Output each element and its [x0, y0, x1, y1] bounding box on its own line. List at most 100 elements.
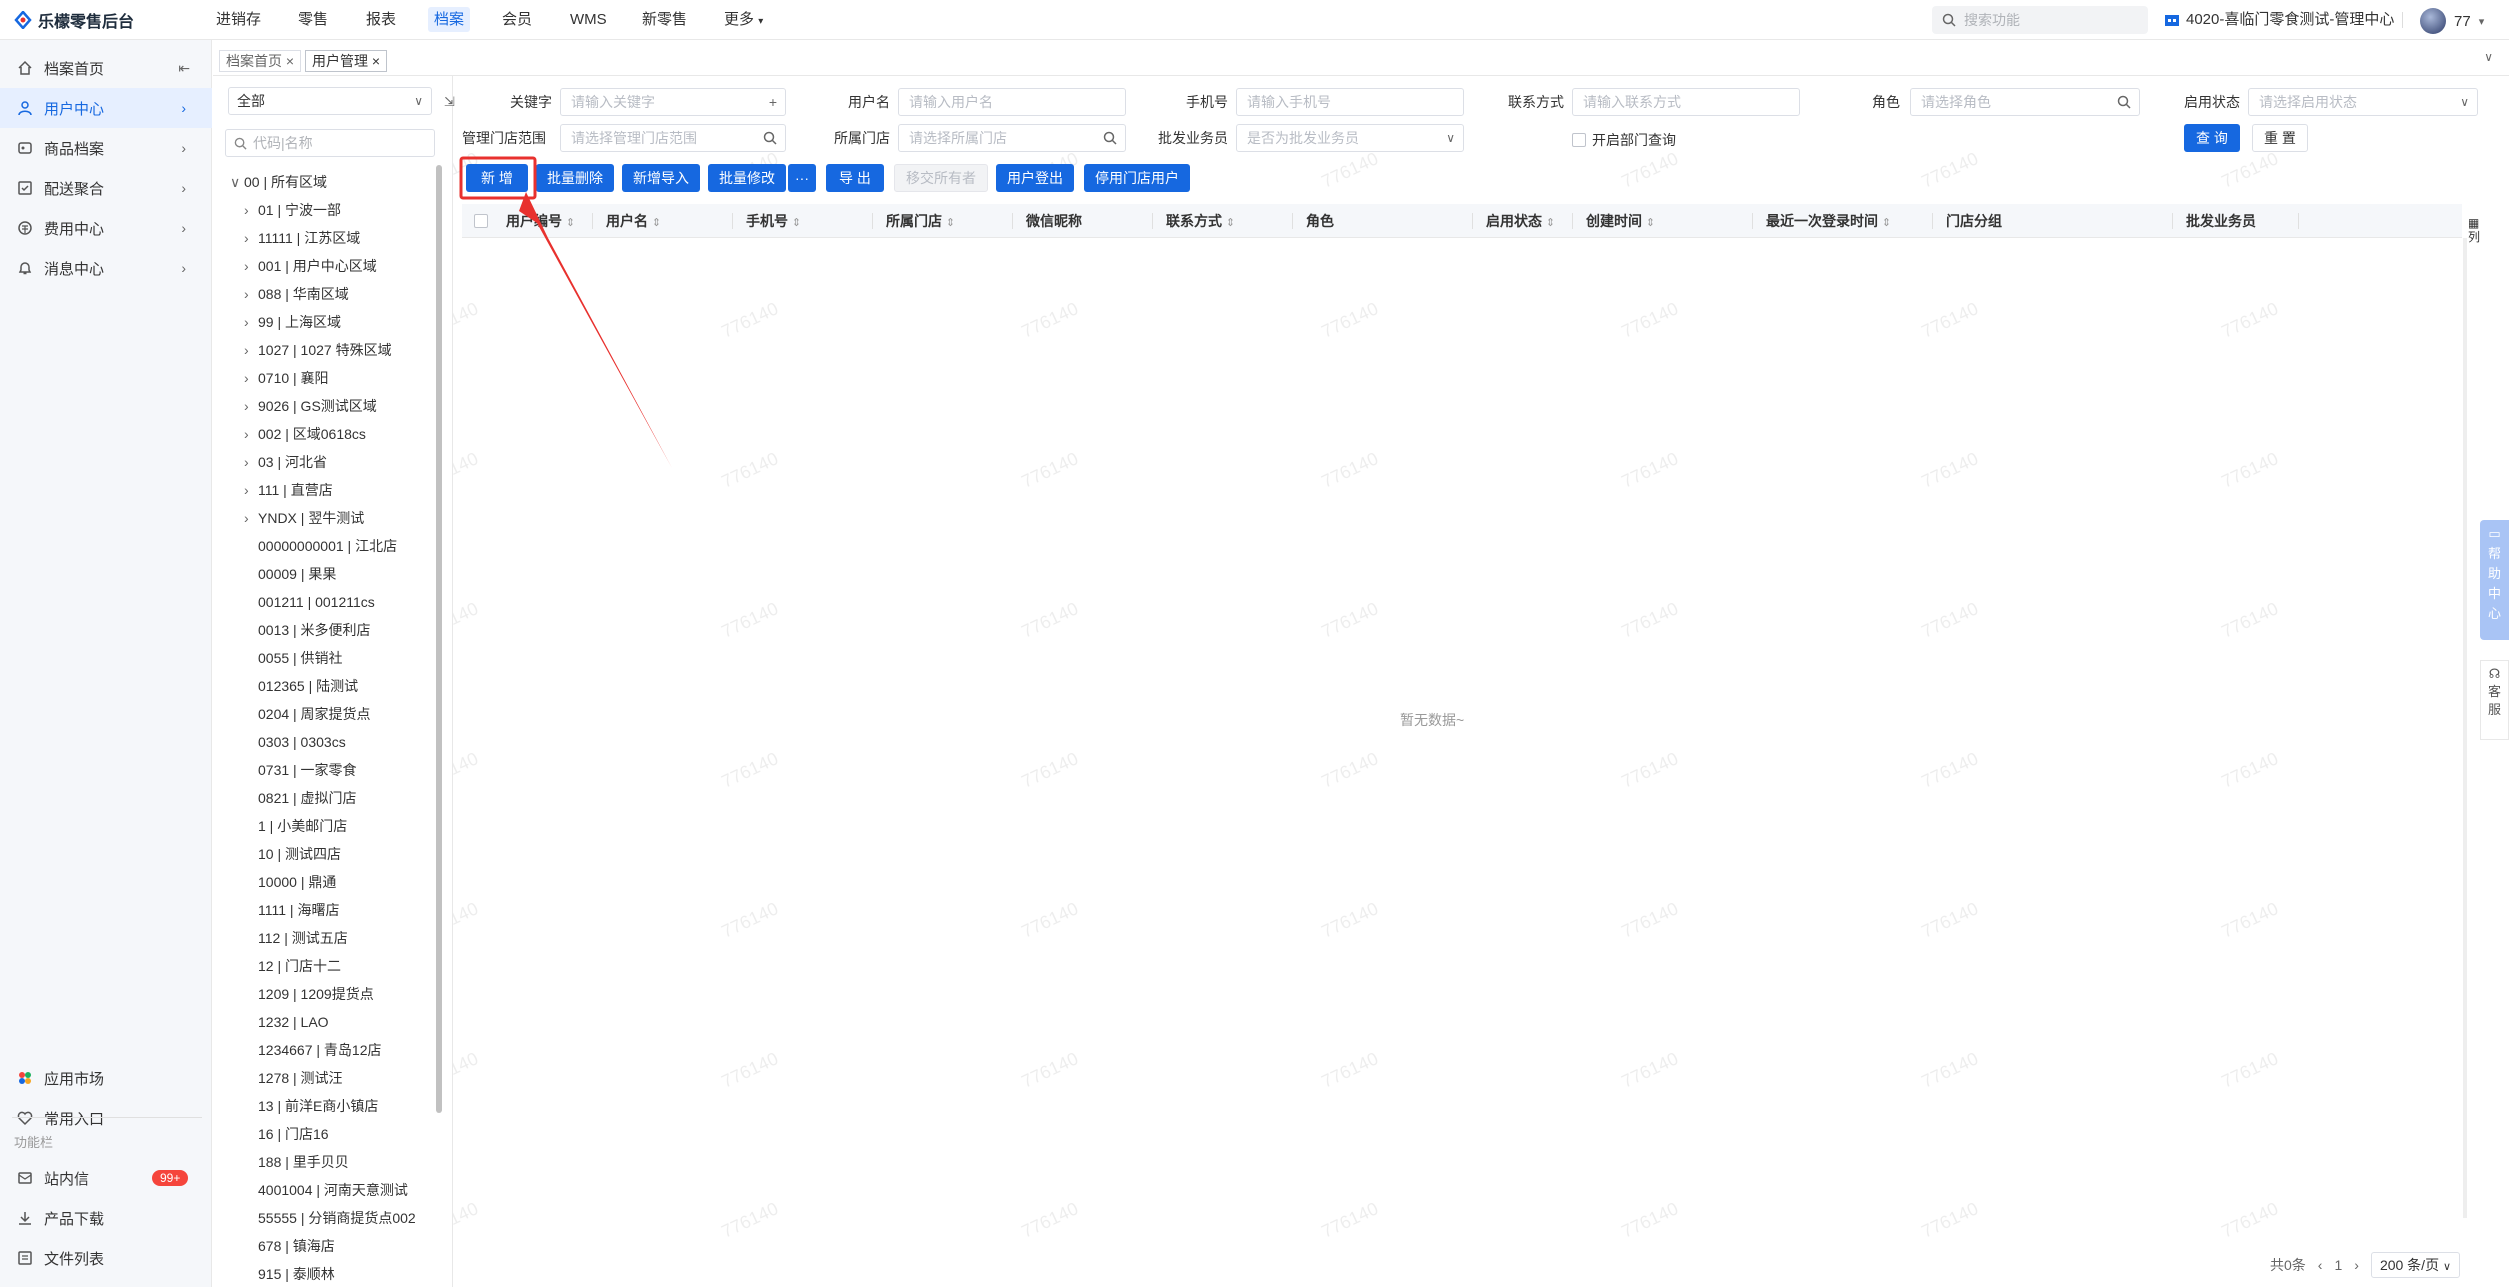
- sort-icon[interactable]: ⇕: [1646, 217, 1655, 229]
- sidebar-item-fee[interactable]: 费用中心 ›: [0, 208, 212, 248]
- column-header[interactable]: 最近一次登录时间 ⇕: [1766, 204, 1891, 238]
- topnav-item-wms[interactable]: WMS: [570, 0, 607, 40]
- sort-icon[interactable]: ⇕: [946, 217, 955, 229]
- column-setting-button[interactable]: ▦ 列: [2468, 216, 2480, 244]
- column-header[interactable]: 手机号 ⇕: [746, 204, 801, 238]
- tree-leaf[interactable]: 1232 | LAO: [258, 1008, 329, 1036]
- tree-leaf[interactable]: 10 | 测试四店: [258, 840, 341, 868]
- chevron-right-icon[interactable]: ›: [244, 224, 258, 252]
- tree-leaf[interactable]: 915 | 泰顺林: [258, 1260, 335, 1287]
- sort-icon[interactable]: ⇕: [566, 217, 575, 229]
- chevron-right-icon[interactable]: ›: [244, 252, 258, 280]
- tree-leaf[interactable]: 00009 | 果果: [258, 560, 336, 588]
- panel-toggle-icon[interactable]: ⇲: [444, 94, 455, 110]
- user-logout-button[interactable]: 用户登出: [996, 164, 1074, 192]
- phone-input[interactable]: 请输入手机号: [1236, 88, 1464, 116]
- tree-leaf[interactable]: 1209 | 1209提货点: [258, 980, 374, 1008]
- tree-leaf[interactable]: 012365 | 陆测试: [258, 672, 358, 700]
- topnav-item-retail[interactable]: 零售: [298, 0, 328, 40]
- tree-node[interactable]: › 99 | 上海区域: [244, 308, 341, 336]
- tree-node[interactable]: › 03 | 河北省: [244, 448, 327, 476]
- chevron-right-icon[interactable]: ›: [244, 392, 258, 420]
- tree-leaf[interactable]: 0731 | 一家零食: [258, 756, 357, 784]
- tree-leaf[interactable]: 0821 | 虚拟门店: [258, 784, 357, 812]
- export-button[interactable]: 导 出: [826, 164, 884, 192]
- sidebar-item-message[interactable]: 消息中心 ›: [0, 248, 212, 288]
- sidebar-item-delivery[interactable]: 配送聚合 ›: [0, 168, 212, 208]
- chevron-right-icon[interactable]: ›: [244, 476, 258, 504]
- tree-node[interactable]: › 11111 | 江苏区域: [244, 224, 360, 252]
- close-icon[interactable]: ×: [372, 53, 380, 69]
- select-all-checkbox[interactable]: [474, 214, 488, 228]
- store-switcher[interactable]: 4020-喜临门零食测试-管理中心: [2164, 0, 2394, 40]
- page-size-select[interactable]: 200 条/页 ∨: [2370, 1252, 2461, 1278]
- column-header[interactable]: 角色: [1306, 204, 1334, 238]
- topnav-item-member[interactable]: 会员: [502, 0, 532, 40]
- batch-edit-button[interactable]: 批量修改: [708, 164, 786, 192]
- tree-node[interactable]: › 0710 | 襄阳: [244, 364, 329, 392]
- user-menu[interactable]: 77 ▾: [2420, 8, 2484, 34]
- checkbox-box[interactable]: [1572, 133, 1586, 147]
- tree-scrollbar[interactable]: [436, 165, 442, 1113]
- sort-icon[interactable]: ⇕: [1882, 217, 1891, 229]
- tree-node[interactable]: › 1027 | 1027 特殊区域: [244, 336, 392, 364]
- function-search[interactable]: 搜索功能: [1932, 6, 2148, 34]
- chevron-right-icon[interactable]: ›: [244, 448, 258, 476]
- chevron-right-icon[interactable]: ›: [244, 504, 258, 532]
- sidebar-item-app-market[interactable]: 应用市场: [0, 1058, 212, 1098]
- wholesale-select[interactable]: 是否为批发业务员 ∨: [1236, 124, 1464, 152]
- role-select[interactable]: 请选择角色: [1910, 88, 2140, 116]
- contact-input[interactable]: 请输入联系方式: [1572, 88, 1800, 116]
- sidebar-item-files[interactable]: 文件列表: [0, 1238, 212, 1278]
- tree-leaf[interactable]: 0013 | 米多便利店: [258, 616, 371, 644]
- store-select[interactable]: 请选择所属门店: [898, 124, 1126, 152]
- dept-query-checkbox[interactable]: 开启部门查询: [1572, 130, 1676, 150]
- tree-leaf[interactable]: 00000000001 | 江北店: [258, 532, 397, 560]
- plus-icon[interactable]: +: [769, 89, 777, 115]
- chevron-right-icon[interactable]: ›: [244, 280, 258, 308]
- disable-store-user-button[interactable]: 停用门店用户: [1084, 164, 1190, 192]
- sidebar-item-download[interactable]: 产品下载: [0, 1198, 212, 1238]
- tree-leaf[interactable]: 1278 | 测试汪: [258, 1064, 343, 1092]
- tree-leaf[interactable]: 1 | 小美邮门店: [258, 812, 347, 840]
- tree-node[interactable]: › 111 | 直营店: [244, 476, 333, 504]
- add-import-button[interactable]: 新增导入: [622, 164, 700, 192]
- chevron-right-icon[interactable]: ›: [244, 308, 258, 336]
- chevron-right-icon[interactable]: ›: [244, 364, 258, 392]
- prev-page-icon[interactable]: ‹: [2318, 1257, 2323, 1273]
- reset-button[interactable]: 重 置: [2252, 124, 2308, 152]
- tree-leaf[interactable]: 16 | 门店16: [258, 1120, 329, 1148]
- column-header[interactable]: 门店分组: [1946, 204, 2002, 238]
- topnav-item-more[interactable]: 更多 ▾: [724, 0, 763, 40]
- app-logo[interactable]: 乐檬零售后台: [14, 8, 134, 32]
- transfer-owner-button[interactable]: 移交所有者: [894, 164, 988, 192]
- chevron-right-icon[interactable]: ›: [244, 336, 258, 364]
- column-header[interactable]: 启用状态 ⇕: [1486, 204, 1555, 238]
- column-header[interactable]: 微信昵称: [1026, 204, 1082, 238]
- tree-leaf[interactable]: 1234667 | 青岛12店: [258, 1036, 382, 1064]
- customer-service-button[interactable]: ☊ 客服: [2480, 660, 2509, 740]
- column-header[interactable]: 创建时间 ⇕: [1586, 204, 1655, 238]
- help-center-button[interactable]: ▭ 帮助中心: [2480, 520, 2509, 640]
- tree-leaf[interactable]: 112 | 测试五店: [258, 924, 348, 952]
- tree-leaf[interactable]: 0055 | 供销社: [258, 644, 343, 672]
- tree-leaf[interactable]: 1111 | 海曙店: [258, 896, 339, 924]
- column-header[interactable]: 联系方式 ⇕: [1166, 204, 1235, 238]
- column-header[interactable]: 所属门店 ⇕: [886, 204, 955, 238]
- more-actions-button[interactable]: ···: [788, 164, 816, 192]
- batch-delete-button[interactable]: 批量删除: [536, 164, 614, 192]
- chevron-right-icon[interactable]: ›: [244, 420, 258, 448]
- column-header[interactable]: 批发业务员: [2186, 204, 2256, 238]
- tree-node[interactable]: › 9026 | GS测试区域: [244, 392, 377, 420]
- tree-node[interactable]: › 002 | 区域0618cs: [244, 420, 366, 448]
- tree-search-input[interactable]: 代码|名称: [225, 129, 435, 157]
- topnav-item-report[interactable]: 报表: [366, 0, 396, 40]
- tree-leaf[interactable]: 188 | 里手贝贝: [258, 1148, 349, 1176]
- tree-leaf[interactable]: 0303 | 0303cs: [258, 728, 346, 756]
- tree-leaf[interactable]: 10000 | 鼎通: [258, 868, 336, 896]
- column-header[interactable]: 用户编号 ⇕: [506, 204, 575, 238]
- tree-leaf[interactable]: 55555 | 分销商提货点002: [258, 1204, 416, 1232]
- tree-node[interactable]: › 088 | 华南区域: [244, 280, 349, 308]
- tree-root[interactable]: ∨ 00 | 所有区域: [230, 168, 327, 196]
- sidebar-item-goods[interactable]: 商品档案 ›: [0, 128, 212, 168]
